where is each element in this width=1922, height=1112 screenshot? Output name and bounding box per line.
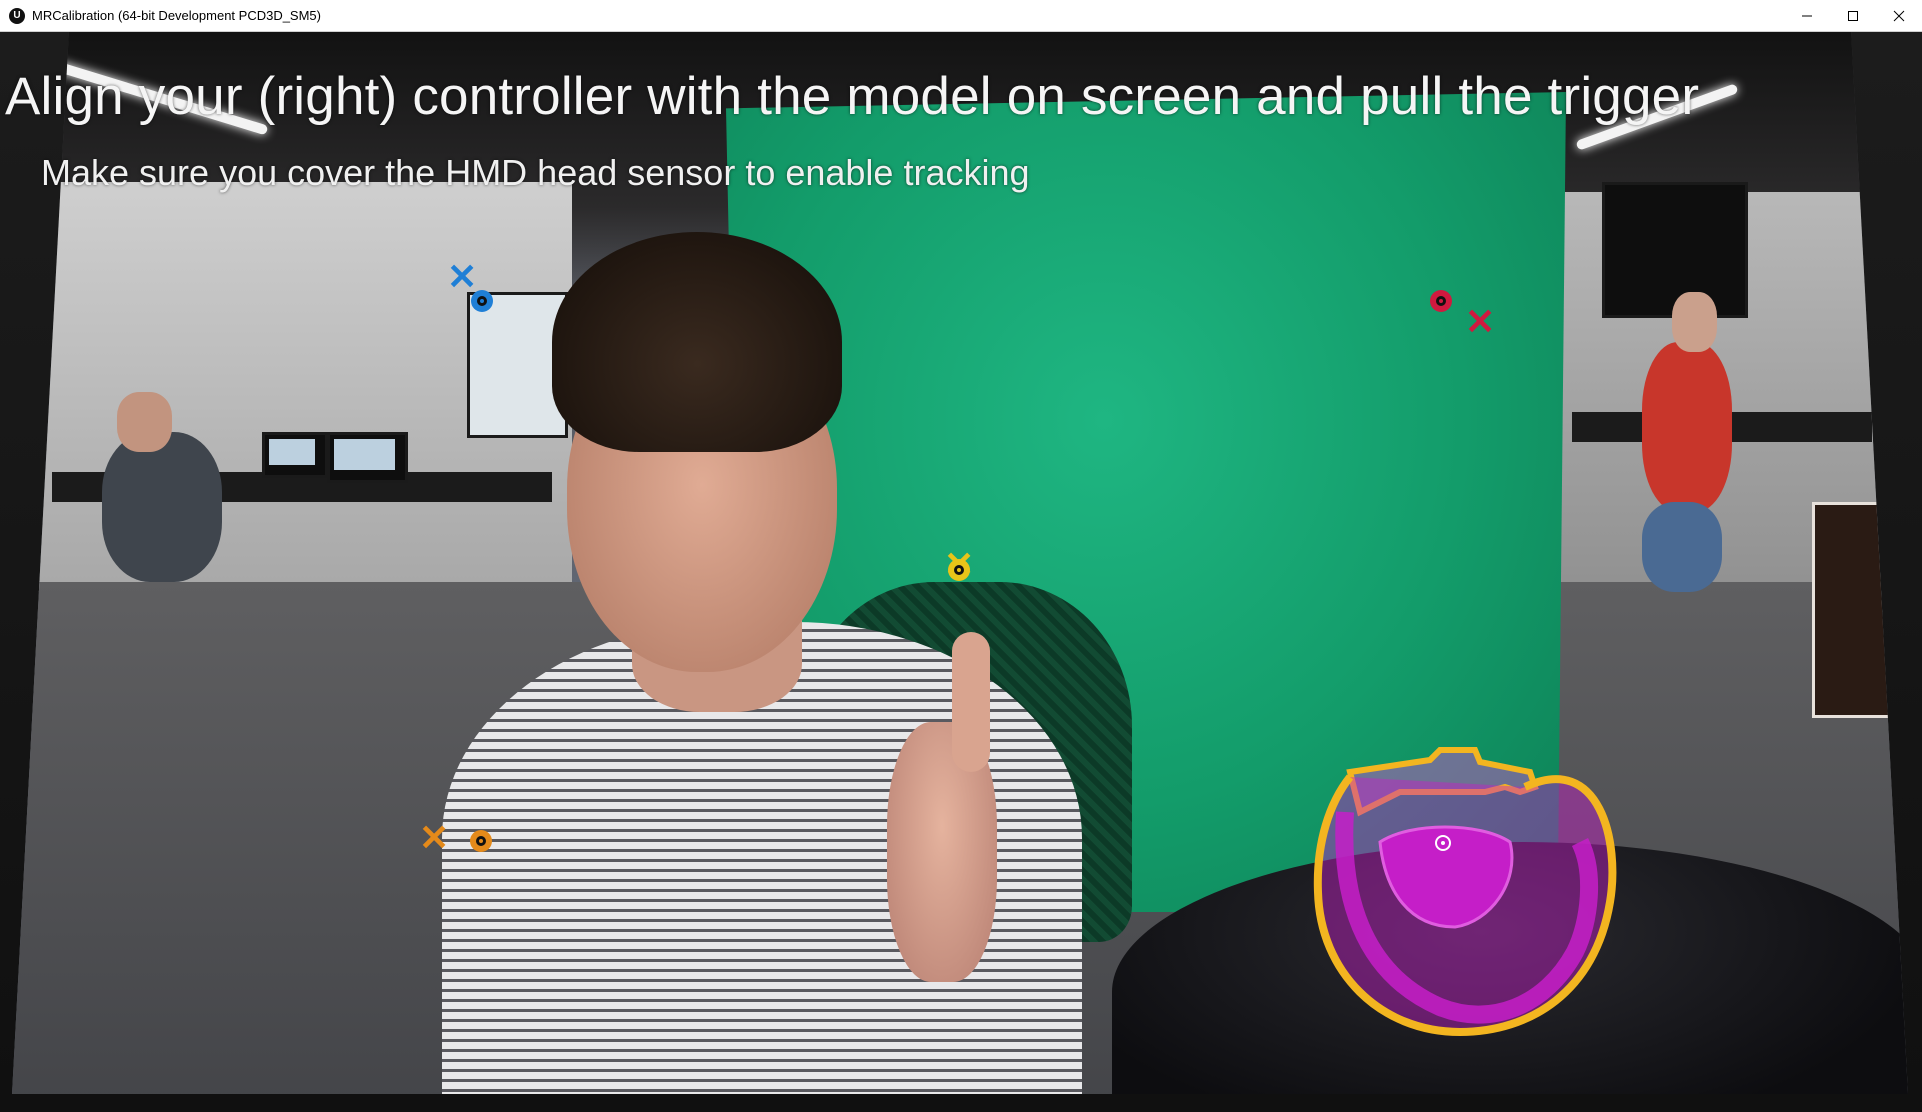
minimize-button[interactable] — [1784, 0, 1830, 31]
blue-target-marker — [471, 290, 493, 312]
maximize-button[interactable] — [1830, 0, 1876, 31]
window-title: MRCalibration (64-bit Development PCD3D_… — [32, 8, 321, 23]
subinstruction-text: Make sure you cover the HMD head sensor … — [41, 152, 1030, 193]
controller-model — [1313, 747, 1617, 1037]
minimize-icon — [1802, 15, 1812, 16]
close-icon — [1893, 10, 1905, 21]
orange-target-marker — [470, 830, 492, 852]
unreal-engine-icon: U — [9, 8, 25, 24]
orange-cross-marker: ✕ — [419, 817, 450, 858]
blue-cross-marker: ✕ — [447, 256, 478, 297]
close-button[interactable] — [1876, 0, 1922, 31]
instruction-text: Align your (right) controller with the m… — [5, 67, 1700, 126]
yellow-target-marker — [948, 559, 970, 581]
red-target-marker — [1430, 290, 1452, 312]
maximize-icon — [1848, 10, 1858, 21]
red-cross-marker: ✕ — [1465, 301, 1496, 342]
window-titlebar: U MRCalibration (64-bit Development PCD3… — [0, 0, 1922, 32]
calibration-viewport[interactable]: ✕ ✕ ✕ ✕ Align your (right) controller wi… — [0, 32, 1922, 1112]
